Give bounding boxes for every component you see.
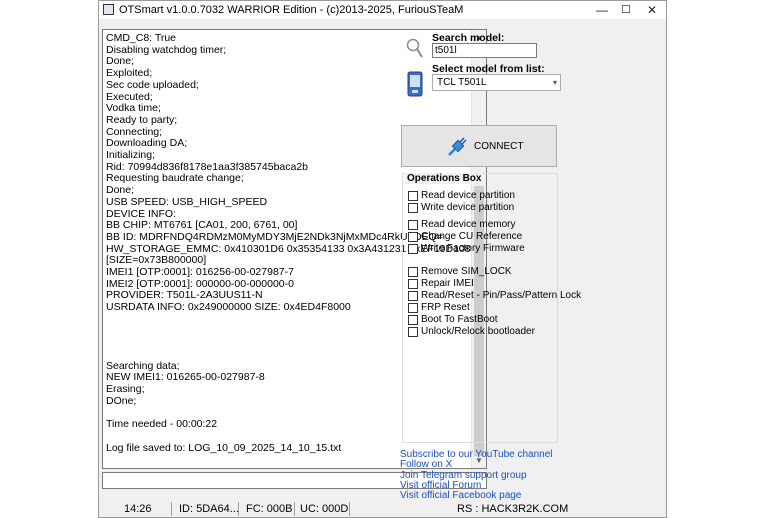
status-time: 14:26 [124, 503, 152, 515]
link-x[interactable]: Follow on X [400, 460, 452, 470]
op-change-cu-reference[interactable]: Change CU Reference [408, 231, 522, 243]
app-icon [103, 4, 114, 15]
op-boot-to-fastboot[interactable]: Boot To FastBoot [408, 314, 498, 326]
search-model-input[interactable]: t501l [432, 43, 537, 58]
status-id: ID: 5DA64... [179, 503, 239, 515]
maximize-button[interactable]: ☐ [613, 1, 639, 19]
link-facebook[interactable]: Visit official Facebook page [400, 491, 521, 501]
status-rs: RS : HACK3R2K.COM [457, 503, 569, 515]
model-dropdown-value: TCL T501L [437, 77, 487, 88]
status-divider [171, 502, 172, 516]
usb-plug-icon [448, 137, 467, 156]
op-label: Change CU Reference [421, 231, 523, 242]
op-label: Repair IMEI [421, 278, 474, 289]
op-label: Write Factory Firmware [421, 243, 525, 254]
op-label: FRP Reset [421, 302, 470, 313]
op-frp-reset[interactable]: FRP Reset [408, 302, 470, 314]
checkbox[interactable] [408, 191, 418, 201]
op-remove-sim-lock[interactable]: Remove SIM_LOCK [408, 266, 512, 278]
chevron-down-icon[interactable]: ▾ [553, 75, 557, 90]
checkbox[interactable] [408, 220, 418, 230]
phone-icon [407, 71, 423, 97]
checkbox[interactable] [408, 203, 418, 213]
status-bar: 14:26 ID: 5DA64... FC: 000B UC: 000D RS … [99, 501, 666, 517]
op-read-device-memory[interactable]: Read device memory [408, 219, 515, 231]
op-label: Boot To FastBoot [421, 314, 498, 325]
op-repair-imei[interactable]: Repair IMEI [408, 278, 474, 290]
op-label: Remove SIM_LOCK [421, 266, 512, 277]
status-fc: FC: 000B [246, 503, 293, 515]
op-label: Read device partition [421, 190, 515, 201]
checkbox[interactable] [408, 315, 418, 325]
window-title: OTSmart v1.0.0.7032 WARRIOR Edition - (c… [119, 4, 464, 16]
checkbox[interactable] [408, 279, 418, 289]
operations-box-title: Operations Box [405, 173, 484, 184]
op-unlock-bootloader[interactable]: Unlock/Relock bootloader [408, 326, 535, 338]
connect-button[interactable]: CONNECT [401, 125, 557, 167]
checkbox[interactable] [408, 303, 418, 313]
model-dropdown[interactable]: TCL T501L ▾ [432, 74, 561, 91]
checkbox[interactable] [408, 232, 418, 242]
op-read-device-partition[interactable]: Read device partition [408, 190, 515, 202]
status-divider [294, 502, 295, 516]
op-label: Read/Reset - Pin/Pass/Pattern Lock [421, 290, 582, 301]
status-divider [349, 502, 350, 516]
app-window: OTSmart v1.0.0.7032 WARRIOR Edition - (c… [98, 0, 667, 518]
op-label: Write device partition [421, 202, 515, 213]
op-label: Read device memory [421, 219, 516, 230]
checkbox[interactable] [408, 244, 418, 254]
op-reset-pin-lock[interactable]: Read/Reset - Pin/Pass/Pattern Lock [408, 290, 581, 302]
status-uc: UC: 000D [300, 503, 349, 515]
checkbox[interactable] [408, 291, 418, 301]
status-divider [238, 502, 239, 516]
connect-label: CONNECT [474, 141, 524, 152]
checkbox[interactable] [408, 327, 418, 337]
op-label: Unlock/Relock bootloader [421, 326, 535, 337]
close-button[interactable]: ✕ [639, 1, 665, 19]
minimize-button[interactable]: — [589, 1, 615, 19]
search-icon [406, 38, 423, 58]
checkbox[interactable] [408, 267, 418, 277]
op-write-device-partition[interactable]: Write device partition [408, 202, 514, 214]
op-write-factory-firmware[interactable]: Write Factory Firmware [408, 243, 525, 255]
title-bar[interactable]: OTSmart v1.0.0.7032 WARRIOR Edition - (c… [99, 1, 666, 19]
